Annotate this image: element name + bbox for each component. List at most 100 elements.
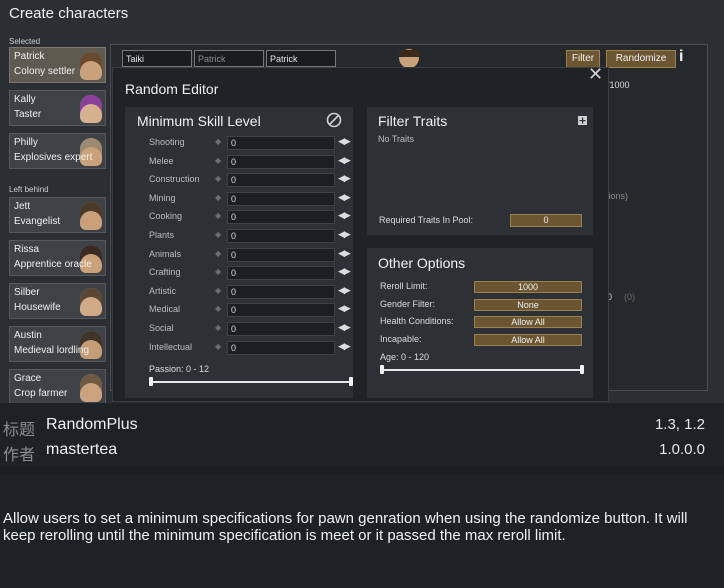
- pawn-avatar: [80, 374, 102, 402]
- chevron-left-icon: ◆: [215, 174, 222, 184]
- bg-options-text: tions): [606, 191, 629, 201]
- pawn-title: Taster: [14, 109, 42, 120]
- pawn-card-grace[interactable]: Grace Crop farmer: [9, 369, 106, 403]
- other-options-panel: Other Options Reroll Limit: 1000 Gender Fi…: [367, 248, 593, 398]
- skill-stepper-icon[interactable]: ◀▶: [338, 266, 351, 277]
- dialog-title: Random Editor: [125, 81, 219, 97]
- reset-icon[interactable]: [326, 112, 342, 128]
- skill-row-artistic: Artistic ◆ 0 ◀▶: [149, 284, 351, 300]
- skill-label: Cooking: [149, 211, 183, 222]
- pawn-card-austin[interactable]: Austin Medieval lordling: [9, 326, 106, 362]
- chevron-left-icon: ◆: [215, 248, 222, 258]
- skill-min-input[interactable]: 0: [227, 210, 335, 225]
- skill-stepper-icon[interactable]: ◀▶: [338, 303, 351, 314]
- pawn-avatar: [80, 288, 102, 316]
- skill-label: Animals: [149, 248, 182, 259]
- mod-description: Allow users to set a minimum specificati…: [3, 510, 688, 544]
- option-label: Reroll Limit:: [380, 281, 428, 291]
- age-slider-max-handle[interactable]: [580, 365, 584, 374]
- skill-label: Intellectual: [149, 341, 193, 352]
- mod-title-row: 标题 RandomPlus 1.3, 1.2: [0, 415, 724, 439]
- pawn-name: Austin: [14, 330, 42, 341]
- pawn-name: Rissa: [14, 244, 40, 255]
- age-slider-min-handle[interactable]: [380, 365, 384, 374]
- mod-title: RandomPlus: [46, 416, 138, 433]
- skill-min-input[interactable]: 0: [227, 303, 335, 318]
- pawn-name: Kally: [14, 94, 36, 105]
- passion-slider-track[interactable]: [151, 381, 351, 383]
- chevron-left-icon: ◆: [215, 230, 222, 239]
- skill-label: Shooting: [149, 137, 185, 147]
- divider: [0, 466, 724, 474]
- last-name-field[interactable]: Patrick: [266, 50, 336, 67]
- skill-stepper-icon[interactable]: ◀▶: [338, 229, 351, 240]
- chevron-left-icon: ◆: [215, 137, 222, 146]
- skill-stepper-icon[interactable]: ◀▶: [338, 285, 351, 296]
- skill-min-input[interactable]: 0: [227, 266, 335, 281]
- chevron-left-icon: ◆: [215, 211, 222, 221]
- pawn-card-patrick[interactable]: Patrick Colony settler: [9, 47, 106, 83]
- option-value-button[interactable]: 1000: [474, 281, 582, 293]
- pawn-title: Colony settler: [14, 66, 76, 77]
- option-value-button[interactable]: None: [474, 298, 582, 311]
- age-slider-track[interactable]: [382, 369, 582, 371]
- filter-traits-panel: Filter Traits No Traits Required Traits …: [367, 107, 593, 235]
- skill-min-input[interactable]: 0: [227, 136, 335, 150]
- skill-row-medical: Medical ◆ 0 ◀▶: [149, 303, 351, 318]
- randomize-button[interactable]: Randomize: [606, 50, 676, 68]
- skill-min-input[interactable]: 0: [227, 191, 335, 206]
- skill-row-crafting: Crafting ◆ 0 ◀▶: [149, 266, 351, 281]
- skill-label: Medical: [149, 304, 181, 315]
- pawn-name: Philly: [14, 137, 38, 148]
- pawn-avatar: [80, 52, 102, 80]
- info-icon[interactable]: i: [679, 48, 683, 66]
- option-value-button[interactable]: Allow All: [474, 316, 582, 328]
- close-icon[interactable]: ✕: [588, 64, 603, 85]
- skill-min-input[interactable]: 0: [227, 229, 335, 243]
- required-traits-label: Required Traits In Pool:: [379, 215, 474, 225]
- skill-stepper-icon[interactable]: ◀▶: [338, 192, 351, 203]
- skill-row-plants: Plants ◆ 0 ◀▶: [149, 229, 351, 244]
- skill-row-cooking: Cooking ◆ 0 ◀▶: [149, 210, 351, 225]
- skill-min-input[interactable]: 0: [227, 284, 335, 299]
- pawn-name: Grace: [14, 373, 42, 384]
- filter-traits-title: Filter Traits: [378, 113, 448, 129]
- random-editor-dialog: Random Editor ✕ Minimum Skill Level Shoo…: [112, 64, 609, 402]
- pawn-avatar: [80, 202, 102, 230]
- chevron-left-icon: ◆: [215, 304, 222, 314]
- skill-min-input[interactable]: 0: [227, 322, 335, 336]
- skill-label: Social: [149, 323, 174, 333]
- chevron-left-icon: ◆: [215, 267, 222, 277]
- pawn-card-rissa[interactable]: Rissa Apprentice oracle: [9, 240, 106, 276]
- pawn-card-kally[interactable]: Kally Taster: [9, 90, 106, 126]
- chevron-left-icon: ◆: [215, 192, 222, 202]
- pawn-name: Patrick: [14, 51, 45, 62]
- skill-stepper-icon[interactable]: ◀▶: [338, 155, 351, 166]
- nick-name-field[interactable]: Patrick: [194, 50, 264, 67]
- pawn-card-philly[interactable]: Philly Explosives expert: [9, 133, 106, 169]
- pawn-card-jett[interactable]: Jett Evangelist: [9, 197, 106, 233]
- skill-min-input[interactable]: 0: [227, 173, 335, 188]
- pawn-card-silber[interactable]: Silber Housewife: [9, 283, 106, 319]
- skill-stepper-icon[interactable]: ◀▶: [338, 341, 351, 352]
- option-value-button[interactable]: Allow All: [474, 333, 582, 346]
- chevron-left-icon: ◆: [215, 341, 222, 351]
- first-name-field[interactable]: Taiki: [122, 50, 192, 67]
- skill-stepper-icon[interactable]: ◀▶: [338, 173, 351, 184]
- required-traits-button[interactable]: 0: [510, 214, 582, 227]
- skill-stepper-icon[interactable]: ◀▶: [338, 210, 351, 221]
- passion-label: Passion: 0 - 12: [149, 364, 210, 374]
- passion-slider-max-handle[interactable]: [349, 377, 353, 386]
- skill-min-input[interactable]: 0: [227, 154, 335, 169]
- pawn-title: Housewife: [14, 302, 61, 313]
- skill-min-input[interactable]: 0: [227, 247, 335, 262]
- skill-stepper-icon[interactable]: ◀▶: [338, 136, 351, 147]
- passion-slider-min-handle[interactable]: [149, 377, 153, 386]
- skill-row-social: Social ◆ 0 ◀▶: [149, 322, 351, 337]
- chevron-left-icon: ◆: [215, 285, 222, 295]
- skill-min-input[interactable]: 0: [227, 340, 335, 355]
- skill-stepper-icon[interactable]: ◀▶: [338, 248, 351, 259]
- min-skill-title: Minimum Skill Level: [137, 113, 261, 129]
- skill-stepper-icon[interactable]: ◀▶: [338, 322, 351, 333]
- add-trait-icon[interactable]: [578, 116, 587, 125]
